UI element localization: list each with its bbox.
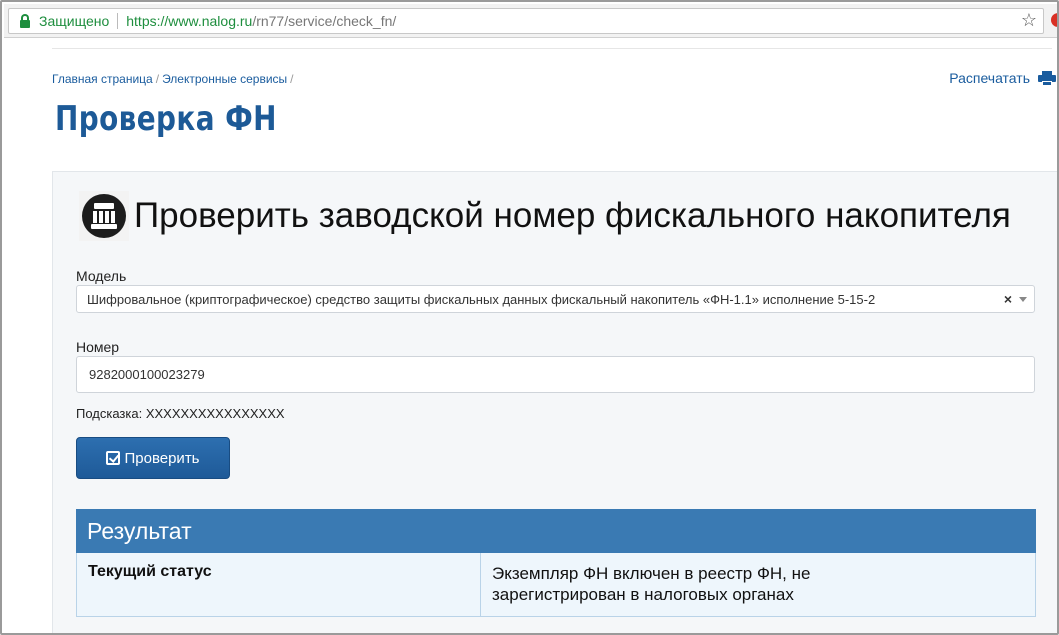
print-link[interactable]: Распечатать (949, 70, 1056, 86)
status-value: Экземпляр ФН включен в реестр ФН, не зар… (481, 553, 1035, 616)
checkbox-icon (106, 451, 121, 465)
printer-icon[interactable] (1038, 70, 1056, 86)
page-title: Проверка ФН (55, 99, 277, 139)
check-button[interactable]: Проверить (76, 437, 230, 479)
address-bar: Защищено https://www.nalog.ru/rn77/servi… (4, 4, 1057, 38)
clear-icon[interactable]: × (1004, 291, 1012, 307)
status-value-line: Экземпляр ФН включен в реестр ФН, не (492, 564, 811, 583)
cash-register-icon (79, 191, 129, 241)
status-key: Текущий статус (77, 553, 481, 616)
check-form-panel: Проверить заводской номер фискального на… (52, 171, 1057, 633)
check-button-label: Проверить (124, 449, 200, 467)
url-field[interactable]: Защищено https://www.nalog.ru/rn77/servi… (8, 8, 1044, 34)
form-heading: Проверить заводской номер фискального на… (134, 196, 1011, 235)
url-separator (117, 13, 119, 29)
breadcrumb: Главная страница / Электронные сервисы / (52, 72, 297, 86)
page-content: Главная страница / Электронные сервисы / Ра… (4, 39, 1057, 633)
breadcrumb-separator: / (290, 72, 294, 86)
table-row: Текущий статус Экземпляр ФН включен в ре… (76, 553, 1036, 617)
number-input[interactable] (76, 356, 1035, 393)
breadcrumb-separator: / (155, 72, 160, 86)
star-icon[interactable]: ☆ (1021, 10, 1037, 31)
print-label[interactable]: Распечатать (949, 70, 1030, 86)
model-select[interactable]: Шифровальное (криптографическое) средств… (76, 285, 1035, 313)
model-select-value: Шифровальное (криптографическое) средств… (87, 292, 876, 307)
lock-icon (17, 13, 33, 29)
result-header: Результат (76, 509, 1036, 553)
url-path: /rn77/service/check_fn/ (252, 13, 397, 29)
chevron-down-icon[interactable] (1019, 297, 1027, 302)
number-label: Номер (76, 339, 120, 355)
secure-label: Защищено (39, 13, 110, 29)
model-label: Модель (76, 268, 127, 284)
hint-text: Подсказка: XXXXXXXXXXXXXXXX (76, 406, 285, 421)
browser-window: Защищено https://www.nalog.ru/rn77/servi… (0, 0, 1059, 635)
status-value-line: зарегистрирован в налоговых органах (492, 585, 794, 604)
divider (52, 48, 1052, 49)
breadcrumb-home-link[interactable]: Главная страница (52, 72, 153, 86)
breadcrumb-services-link[interactable]: Электронные сервисы (162, 72, 287, 86)
url-domain: https://www.nalog.ru (126, 13, 253, 29)
extension-icon[interactable] (1051, 13, 1057, 27)
